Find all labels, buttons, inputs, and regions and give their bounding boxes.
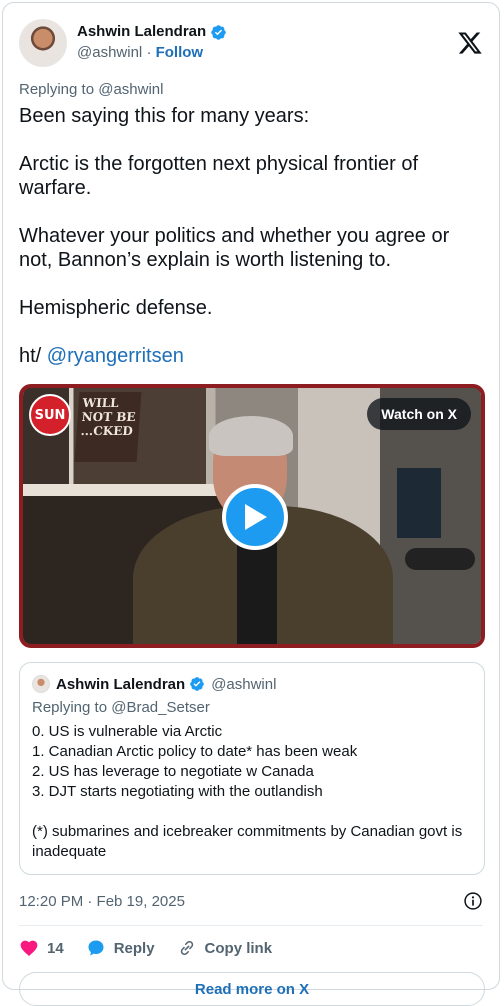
replying-to[interactable]: Replying to @ashwinl xyxy=(19,81,483,98)
copy-link-label: Copy link xyxy=(204,939,273,957)
quoted-line: 0. US is vulnerable via Arctic xyxy=(32,723,223,740)
tweet-paragraph: Hemispheric defense. xyxy=(19,297,213,319)
x-logo-icon[interactable] xyxy=(457,30,483,56)
background-sign: WILL NOT BE ...CKED xyxy=(74,392,142,462)
verified-badge-icon xyxy=(190,677,205,691)
quoted-line: 2. US has leverage to negotiate w Canada xyxy=(32,763,314,780)
tweet-actions: 14 Reply Copy link xyxy=(19,926,483,970)
verified-badge-icon xyxy=(211,25,226,40)
author-avatar[interactable] xyxy=(19,19,67,67)
play-icon xyxy=(245,504,267,530)
reply-label: Reply xyxy=(113,939,155,957)
reply-bubble-icon xyxy=(88,940,104,956)
like-count: 14 xyxy=(47,939,64,957)
play-button[interactable] xyxy=(222,484,288,550)
microphone xyxy=(405,548,475,570)
speaker-hair xyxy=(209,416,293,456)
heart-icon xyxy=(20,940,38,956)
tweet-meta: 12:20 PM · Feb 19, 2025 xyxy=(19,891,483,911)
quoted-author-avatar xyxy=(32,675,50,693)
tweet-card: Ashwin Lalendran @ashwinl · Follow Reply… xyxy=(2,2,500,1006)
follow-button[interactable]: Follow xyxy=(156,44,204,61)
ht-prefix: ht/ xyxy=(19,345,47,367)
background-monitor xyxy=(397,468,441,538)
sun-logo-badge: SUN xyxy=(29,394,71,436)
quoted-line: 3. DJT starts negotiating with the outla… xyxy=(32,783,323,800)
handle-separator: · xyxy=(146,44,152,61)
tweet-body: Been saying this for many years: Arctic … xyxy=(19,104,483,368)
author-name[interactable]: Ashwin Lalendran xyxy=(77,23,206,42)
info-icon[interactable] xyxy=(463,891,483,911)
link-icon xyxy=(180,940,193,956)
tweet-paragraph: Arctic is the forgotten next physical fr… xyxy=(19,153,419,199)
quoted-tweet-body: 0. US is vulnerable via Arctic 1. Canadi… xyxy=(32,722,472,862)
quoted-author-handle: @ashwinl xyxy=(211,675,277,693)
author-handle-row: @ashwinl · Follow xyxy=(77,44,227,63)
quoted-line xyxy=(32,802,472,822)
copy-link-button[interactable]: Copy link xyxy=(177,938,273,958)
reply-button[interactable]: Reply xyxy=(86,938,155,958)
tweet-paragraph: Whatever your politics and whether you a… xyxy=(19,225,450,271)
tweet-header: Ashwin Lalendran @ashwinl · Follow xyxy=(19,11,483,75)
quoted-tweet-header: Ashwin Lalendran @ashwinl xyxy=(32,675,472,693)
mantel-shelf xyxy=(23,484,223,496)
quoted-line: (*) submarines and icebreaker commitment… xyxy=(32,823,463,860)
author-name-row: Ashwin Lalendran xyxy=(77,23,227,42)
quoted-line: 1. Canadian Arctic policy to date* has b… xyxy=(32,743,358,760)
author-info: Ashwin Lalendran @ashwinl · Follow xyxy=(77,23,227,63)
quoted-replying-to: Replying to @Brad_Setser xyxy=(32,699,210,716)
watch-on-x-button[interactable]: Watch on X xyxy=(367,398,471,430)
tweet-paragraph: Been saying this for many years: xyxy=(19,105,310,127)
read-more-button[interactable]: Read more on X xyxy=(19,972,485,1006)
quoted-tweet[interactable]: Ashwin Lalendran @ashwinl Replying to @B… xyxy=(19,662,485,875)
quoted-author-name: Ashwin Lalendran xyxy=(56,675,186,693)
mention-link[interactable]: @ryangerritsen xyxy=(47,345,184,367)
tweet-ht-line: ht/ @ryangerritsen xyxy=(19,344,483,368)
video-media[interactable]: WILL NOT BE ...CKED SUN Watch on X xyxy=(19,384,485,648)
tweet-timestamp[interactable]: 12:20 PM · Feb 19, 2025 xyxy=(19,893,185,910)
author-handle[interactable]: @ashwinl xyxy=(77,44,142,61)
like-button[interactable]: 14 xyxy=(19,938,64,958)
